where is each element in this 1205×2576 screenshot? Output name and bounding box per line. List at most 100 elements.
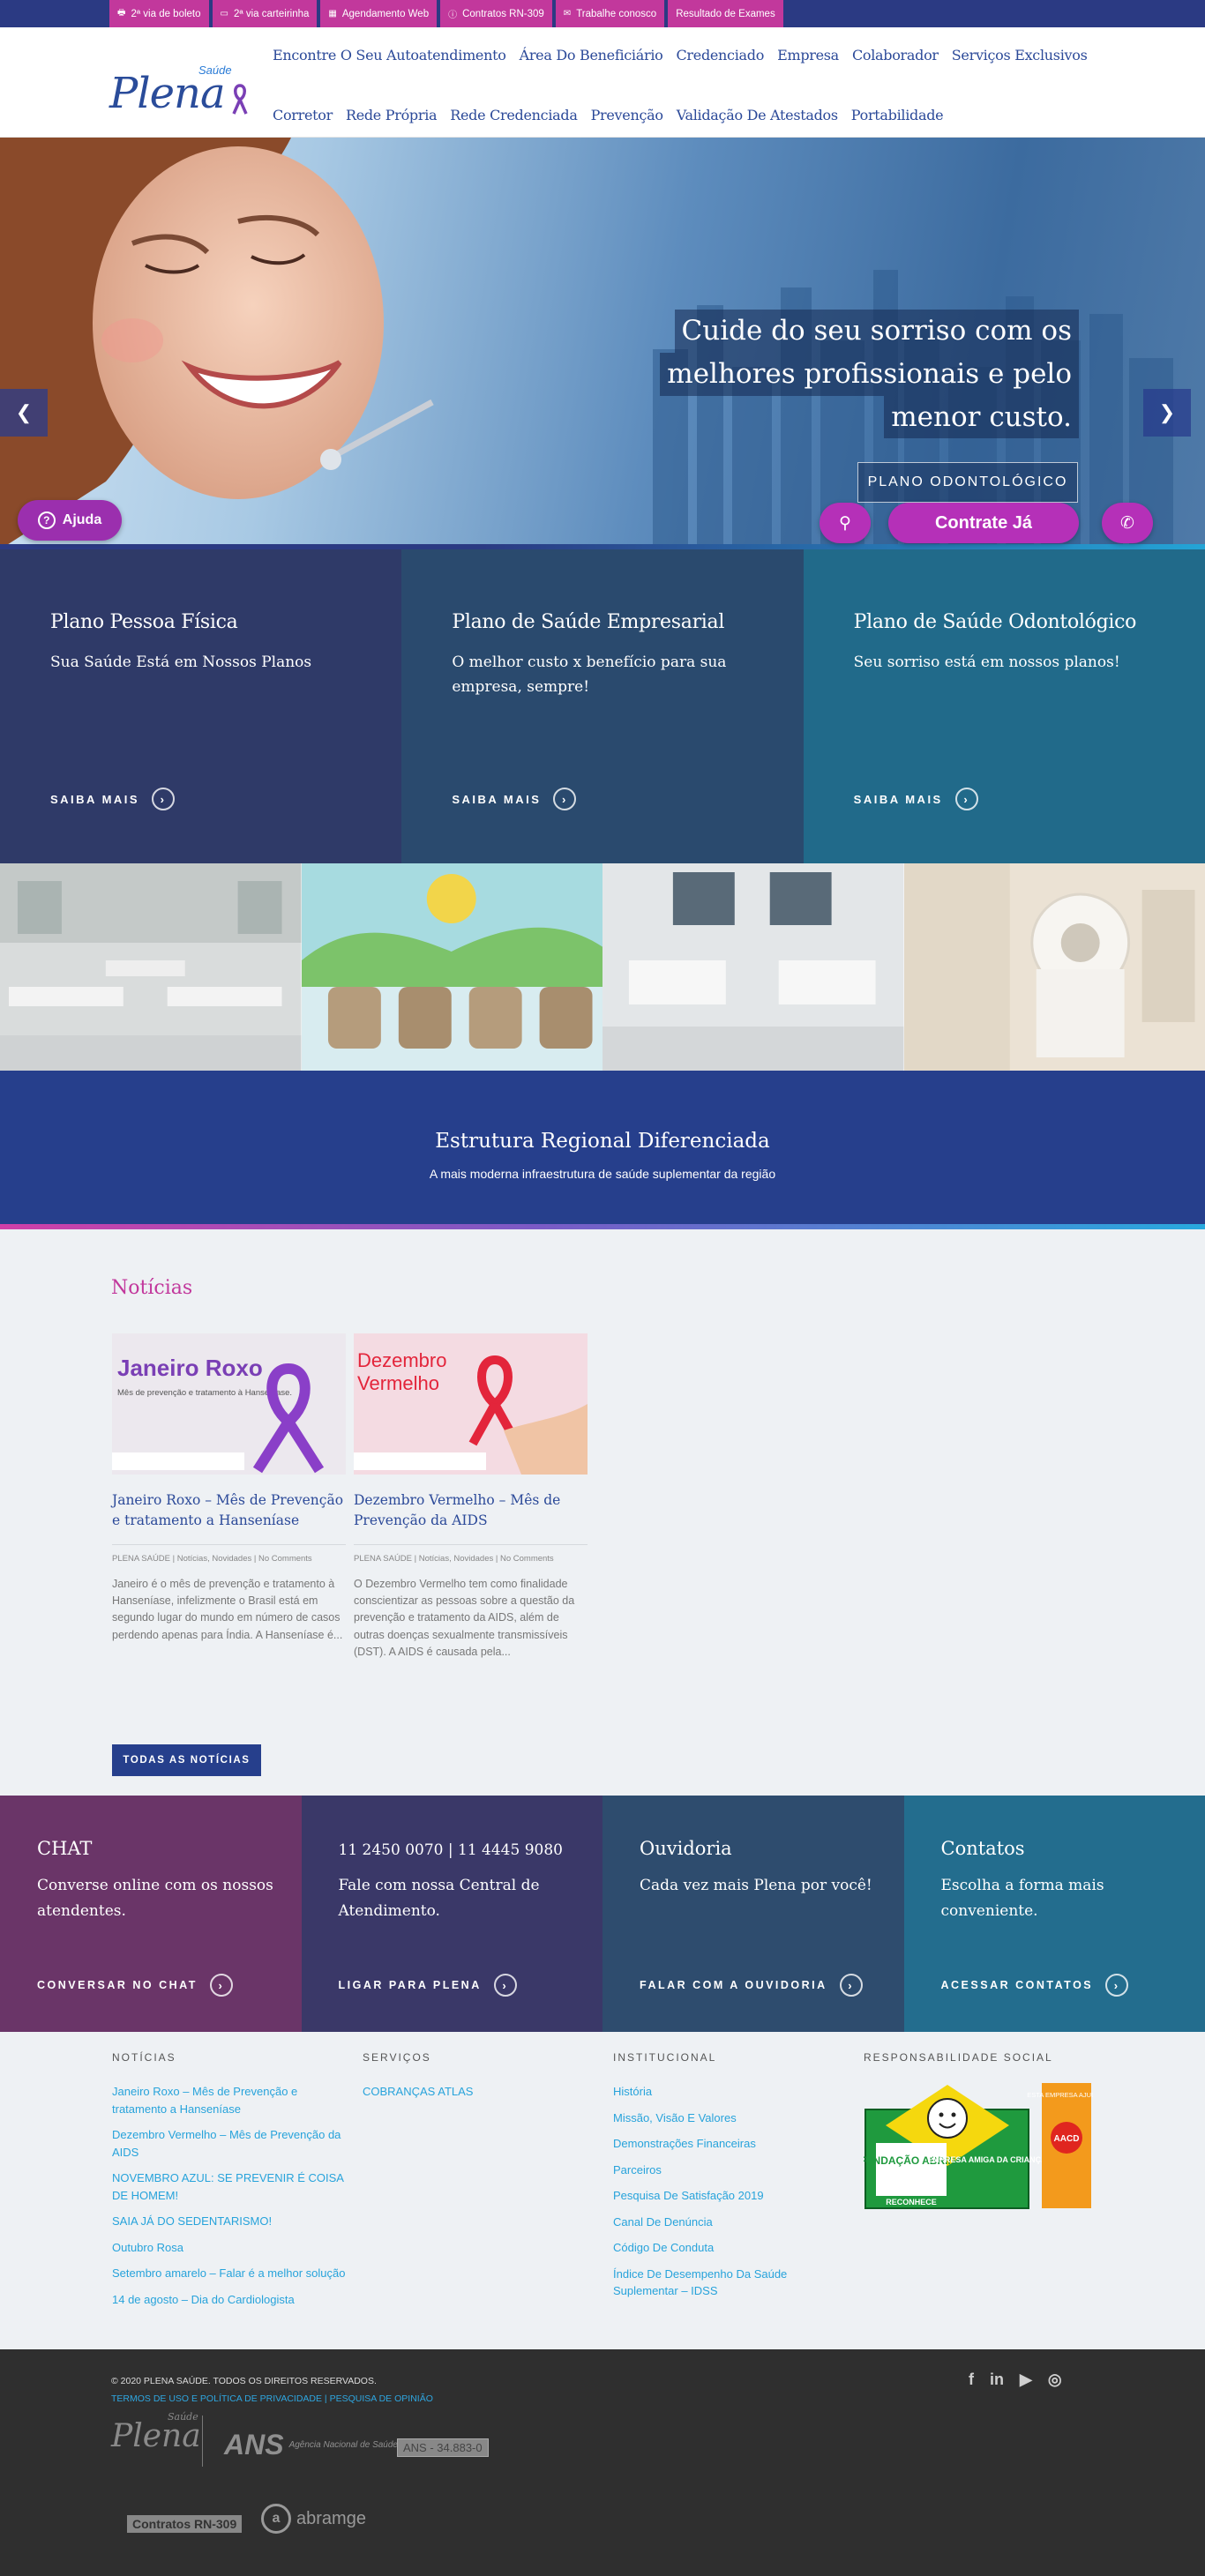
- top-link-label: Trabalhe conosco: [576, 8, 657, 19]
- abrinq-badge[interactable]: FUNDAÇÃO ABRINQ EMPRESA AMIGA DA CRIANÇA…: [859, 2085, 1047, 2209]
- top-link-label: 2ª via carteirinha: [233, 8, 310, 19]
- aacd-top-text: ESTA EMPRESA AJUDA A: [1027, 2091, 1093, 2099]
- news-card[interactable]: Janeiro Roxo Mês de prevenção e tratamen…: [112, 1333, 346, 1644]
- plan-card[interactable]: Plano de Saúde Empresarial O melhor custo…: [401, 549, 804, 863]
- help-button[interactable]: ? Ajuda: [18, 500, 122, 541]
- plan-title: Plano Pessoa Física: [50, 611, 238, 633]
- terms-link[interactable]: TERMOS DE USO E POLÍTICA DE PRIVACIDADE …: [111, 2393, 433, 2404]
- footer-logo: Plena Saúde: [111, 2411, 201, 2454]
- nav-item[interactable]: Colaborador: [852, 47, 939, 63]
- hero-slider: Cuide do seu sorriso com os melhores pro…: [0, 138, 1205, 549]
- linkedin-icon[interactable]: in: [990, 2371, 1004, 2389]
- footer-link[interactable]: Missão, Visão E Valores: [613, 2109, 851, 2127]
- top-link[interactable]: ▭ 2ª via carteirinha: [212, 0, 318, 27]
- whatsapp-button[interactable]: ✆: [1102, 503, 1153, 543]
- news-card[interactable]: Dezembro Vermelho Dezembro Vermelho – Mê…: [354, 1333, 588, 1661]
- plan-title: Plano de Saúde Empresarial: [452, 611, 725, 633]
- nav-item[interactable]: Prevenção: [591, 107, 663, 123]
- contact-title: Ouvidoria: [640, 1838, 732, 1859]
- contact-action-link[interactable]: CONVERSAR NO CHAT ›: [37, 1974, 233, 1997]
- contact-card[interactable]: 11 2450 0070 | 11 4445 9080 Fale com noss…: [301, 1796, 602, 2032]
- top-link[interactable]: Resultado de Exames: [668, 0, 783, 27]
- youtube-icon[interactable]: ▶: [1020, 2371, 1032, 2389]
- main-nav-row-1: Encontre O Seu Autoatendimento Área Do Be…: [273, 47, 1170, 63]
- footer-link[interactable]: Código De Conduta: [613, 2239, 851, 2257]
- contact-action-link[interactable]: LIGAR PARA PLENA ›: [339, 1974, 517, 1997]
- gallery-image-ward[interactable]: [0, 863, 302, 1071]
- all-news-button[interactable]: TODAS AS NOTÍCIAS: [112, 1744, 261, 1776]
- footer-link[interactable]: Outubro Rosa: [112, 2239, 350, 2257]
- nav-item[interactable]: Credenciado: [676, 47, 764, 63]
- abrinq-aacd-badges[interactable]: FUNDAÇÃO ABRINQ EMPRESA AMIGA DA CRIANÇA…: [859, 2083, 1106, 2211]
- plans-section: Plano Pessoa Física Sua Saúde Está em Nos…: [0, 549, 1205, 863]
- gallery-image-mri[interactable]: [903, 863, 1205, 1071]
- top-link[interactable]: ⓘ Contratos RN-309: [440, 0, 552, 27]
- footer-link[interactable]: Pesquisa De Satisfação 2019: [613, 2187, 851, 2205]
- footer-link[interactable]: Parceiros: [613, 2162, 851, 2179]
- contact-text: Escolha a forma mais conveniente.: [940, 1877, 1104, 1920]
- news-image-title: Dezembro: [357, 1349, 446, 1371]
- gallery-image-beds[interactable]: [602, 863, 904, 1071]
- rn309-badge[interactable]: Contratos RN-309: [127, 2515, 243, 2533]
- plan-more-label: SAIBA MAIS: [853, 792, 943, 806]
- hero-caption: Cuide do seu sorriso com os melhores pro…: [660, 310, 1079, 439]
- nav-item[interactable]: Rede Credenciada: [450, 107, 578, 123]
- instagram-icon[interactable]: ◎: [1048, 2371, 1062, 2389]
- contact-card[interactable]: CHAT Converse online com os nossos atende…: [0, 1796, 302, 2032]
- footer-link[interactable]: Setembro amarelo – Falar é a melhor solu…: [112, 2265, 350, 2282]
- chevron-right-icon: ›: [493, 1974, 517, 1997]
- site-logo[interactable]: Plena Saúde: [109, 42, 251, 131]
- news-title[interactable]: Janeiro Roxo – Mês de Prevenção e tratam…: [112, 1490, 346, 1532]
- news-image-dezembro-vermelho[interactable]: Dezembro Vermelho: [354, 1333, 588, 1475]
- printer-icon: 🖶: [117, 8, 126, 18]
- plan-more-link[interactable]: SAIBA MAIS ›: [50, 788, 176, 810]
- contact-action-link[interactable]: FALAR COM A OUVIDORIA ›: [640, 1974, 863, 1997]
- contact-action-label: CONVERSAR NO CHAT: [37, 1979, 198, 1991]
- plan-more-label: SAIBA MAIS: [50, 792, 140, 806]
- nav-item[interactable]: Corretor: [273, 107, 333, 123]
- contact-action-label: LIGAR PARA PLENA: [338, 1979, 482, 1991]
- mail-icon: ✉: [563, 9, 572, 19]
- nav-item[interactable]: Serviços Exclusivos: [952, 47, 1088, 63]
- hero-cta-button[interactable]: PLANO ODONTOLÓGICO: [857, 462, 1078, 503]
- footer-link[interactable]: Canal De Denúncia: [613, 2214, 851, 2231]
- footer-link[interactable]: Janeiro Roxo – Mês de Prevenção e tratam…: [112, 2083, 350, 2117]
- plan-more-link[interactable]: SAIBA MAIS ›: [854, 788, 978, 810]
- slider-prev-arrow-icon[interactable]: ❮: [0, 389, 48, 437]
- contrate-button[interactable]: Contrate Já: [888, 503, 1079, 543]
- plan-card[interactable]: Plano de Saúde Odontológico Seu sorriso e…: [803, 549, 1205, 863]
- nav-item[interactable]: Encontre O Seu Autoatendimento: [273, 47, 506, 63]
- nav-item[interactable]: Portabilidade: [851, 107, 944, 123]
- slider-next-arrow-icon[interactable]: ❯: [1143, 389, 1191, 437]
- nav-item[interactable]: Empresa: [777, 47, 839, 63]
- plan-more-link[interactable]: SAIBA MAIS ›: [452, 788, 577, 810]
- contact-action-link[interactable]: ACESSAR CONTATOS ›: [941, 1974, 1129, 1997]
- footer-link[interactable]: Índice De Desempenho Da Saúde Suplementa…: [613, 2266, 851, 2300]
- contact-text: Fale com nossa Central de Atendimento.: [338, 1877, 540, 1920]
- facilities-gallery: [0, 863, 1205, 1071]
- footer-link[interactable]: NOVEMBRO AZUL: SE PREVENIR É COISA DE HO…: [112, 2169, 350, 2204]
- footer-link[interactable]: Dezembro Vermelho – Mês de Prevenção da …: [112, 2126, 350, 2161]
- aacd-badge[interactable]: ESTA EMPRESA AJUDA A AACD: [1027, 2083, 1106, 2208]
- nav-item[interactable]: Área Do Beneficiário: [520, 47, 663, 63]
- footer-link[interactable]: SAIA JÁ DO SEDENTARISMO!: [112, 2213, 350, 2230]
- top-link[interactable]: ✉ Trabalhe conosco: [555, 0, 665, 27]
- nav-item[interactable]: Validação De Atestados: [677, 107, 838, 123]
- footer-link[interactable]: COBRANÇAS ATLAS: [363, 2083, 601, 2101]
- top-link[interactable]: ▦ Agendamento Web: [320, 0, 438, 27]
- nav-item[interactable]: Rede Própria: [346, 107, 438, 123]
- contact-card[interactable]: Ouvidoria Cada vez mais Plena por você! FA…: [602, 1796, 904, 2032]
- top-link[interactable]: 🖶 2ª via de boleto: [109, 0, 209, 27]
- news-image-janeiro-roxo[interactable]: Janeiro Roxo Mês de prevenção e tratamen…: [112, 1333, 346, 1475]
- facebook-icon[interactable]: f: [969, 2371, 974, 2389]
- footer-logo-wordmark: Plena: [111, 2418, 201, 2454]
- footer-link[interactable]: Demonstrações Financeiras: [613, 2135, 851, 2153]
- gallery-image-waiting-room[interactable]: [301, 863, 602, 1071]
- search-button[interactable]: ⚲: [820, 503, 871, 543]
- contact-card[interactable]: Contatos Escolha a forma mais conveniente…: [903, 1796, 1205, 2032]
- contact-text: Converse online com os nossos atendentes…: [37, 1877, 273, 1920]
- footer-link[interactable]: História: [613, 2083, 851, 2101]
- news-title[interactable]: Dezembro Vermelho – Mês de Prevenção da …: [354, 1490, 588, 1532]
- plan-card[interactable]: Plano Pessoa Física Sua Saúde Está em Nos…: [0, 549, 402, 863]
- footer-link[interactable]: 14 de agosto – Dia do Cardiologista: [112, 2291, 350, 2309]
